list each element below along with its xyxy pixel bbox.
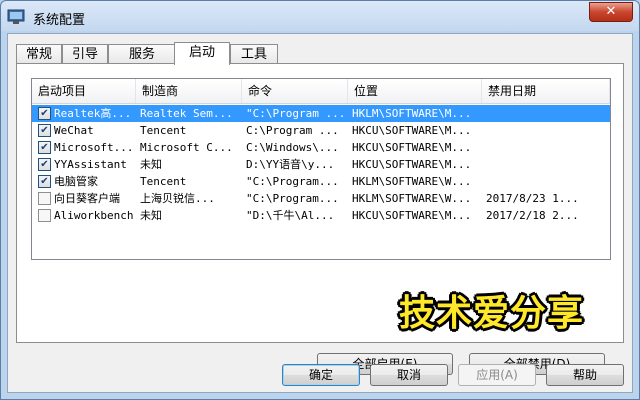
table-row[interactable]: ✔ WeChat Tencent C:\Program ... HKCU\SOFTWAR… (32, 122, 610, 139)
startup-checkbox[interactable] (38, 209, 51, 222)
table-row[interactable]: ✔ Microsoft... Microsoft C... C:\Windows\..… (32, 139, 610, 156)
cell-location: HKLM\SOFTWARE\W... (352, 192, 472, 205)
ok-button[interactable]: 确定 (282, 364, 360, 386)
cell-item: WeChat (54, 124, 94, 137)
cancel-button[interactable]: 取消 (370, 364, 448, 386)
app-icon (7, 9, 25, 24)
tab-tools[interactable]: 工具 (230, 44, 278, 64)
cell-maker: Realtek Sem... (140, 107, 233, 120)
cell-disabled (486, 173, 610, 190)
apply-button: 应用(A) (458, 364, 536, 386)
startup-checkbox[interactable]: ✔ (38, 107, 51, 120)
cell-disabled (486, 122, 610, 139)
cell-maker: Microsoft C... (140, 141, 233, 154)
tab-general[interactable]: 常规 (16, 44, 62, 64)
column-header-command[interactable]: 命令 (242, 79, 348, 103)
startup-checkbox[interactable]: ✔ (38, 158, 51, 171)
cell-maker: 未知 (140, 209, 162, 222)
cell-location: HKCU\SOFTWARE\M... (352, 209, 472, 222)
cell-disabled (486, 139, 610, 156)
table-row[interactable]: 向日葵客户端 上海贝锐信... "C:\Program... HKLM\SOFTWAR… (32, 190, 610, 207)
cell-maker: Tencent (140, 175, 187, 188)
title-bar[interactable]: 系统配置 ✕ (1, 1, 639, 35)
cell-command: "C:\Program ... (246, 107, 346, 120)
cell-item: Microsoft... (54, 141, 134, 154)
cell-disabled: 2017/8/23 1... (486, 192, 579, 205)
column-header-item[interactable]: 启动项目 (32, 79, 136, 103)
startup-checkbox[interactable]: ✔ (38, 175, 51, 188)
cell-maker: 未知 (140, 158, 162, 171)
watermark-text: 技术爱分享 (399, 293, 585, 334)
cell-command: "C:\Program... (246, 192, 339, 205)
cell-item: 向日葵客户端 (54, 192, 120, 205)
cell-command: C:\Program ... (246, 124, 339, 137)
cell-item: YYAssistant (54, 158, 127, 171)
cell-command: "D:\千牛\Al... (246, 209, 335, 222)
dialog-body: 常规 引导 服务 启动 工具 启动项目 制造商 命令 位置 禁用日期 ✔ Real… (7, 33, 633, 393)
cell-disabled (486, 156, 610, 173)
cell-command: "C:\Program... (246, 175, 339, 188)
column-header-location[interactable]: 位置 (348, 79, 482, 103)
cell-maker: Tencent (140, 124, 187, 137)
startup-checkbox[interactable]: ✔ (38, 141, 51, 154)
cell-item: 电脑管家 (54, 175, 98, 188)
cell-location: HKCU\SOFTWARE\M... (352, 141, 472, 154)
window-title: 系统配置 (33, 13, 86, 28)
cell-disabled (486, 105, 610, 122)
list-header: 启动项目 制造商 命令 位置 禁用日期 (32, 79, 610, 104)
cell-maker: 上海贝锐信... (140, 192, 215, 205)
startup-list[interactable]: 启动项目 制造商 命令 位置 禁用日期 ✔ Realtek高... Realtek … (31, 78, 611, 260)
close-button[interactable]: ✕ (589, 2, 633, 22)
startup-checkbox[interactable] (38, 192, 51, 205)
table-row[interactable]: ✔ 电脑管家 Tencent "C:\Program... HKLM\SOFTWARE\… (32, 173, 610, 190)
tab-services[interactable]: 服务 (108, 44, 176, 64)
cell-command: C:\Windows\... (246, 141, 339, 154)
help-button[interactable]: 帮助 (546, 364, 624, 386)
cell-command: D:\YY语音\y... (246, 158, 335, 171)
cell-item: Realtek高... (54, 107, 132, 120)
cell-disabled: 2017/2/18 2... (486, 209, 579, 222)
cell-location: HKLM\SOFTWARE\M... (352, 107, 472, 120)
system-config-window: 系统配置 ✕ 常规 引导 服务 启动 工具 启动项目 制造商 命令 位置 禁用日… (0, 0, 640, 400)
tab-startup[interactable]: 启动 (174, 42, 230, 65)
column-header-disabled-date[interactable]: 禁用日期 (482, 79, 610, 103)
table-row[interactable]: ✔ Realtek高... Realtek Sem... "C:\Program ..… (32, 105, 610, 122)
cell-location: HKCU\SOFTWARE\M... (352, 158, 472, 171)
startup-checkbox[interactable]: ✔ (38, 124, 51, 137)
tab-boot[interactable]: 引导 (62, 44, 108, 64)
cell-location: HKCU\SOFTWARE\M... (352, 124, 472, 137)
cell-location: HKLM\SOFTWARE\W... (352, 175, 472, 188)
table-row[interactable]: ✔ YYAssistant 未知 D:\YY语音\y... HKCU\SOFTWARE\… (32, 156, 610, 173)
table-row[interactable]: Aliworkbench 未知 "D:\千牛\Al... HKCU\SOFTWARE\… (32, 207, 610, 224)
column-header-maker[interactable]: 制造商 (136, 79, 242, 103)
cell-item: Aliworkbench (54, 209, 134, 222)
